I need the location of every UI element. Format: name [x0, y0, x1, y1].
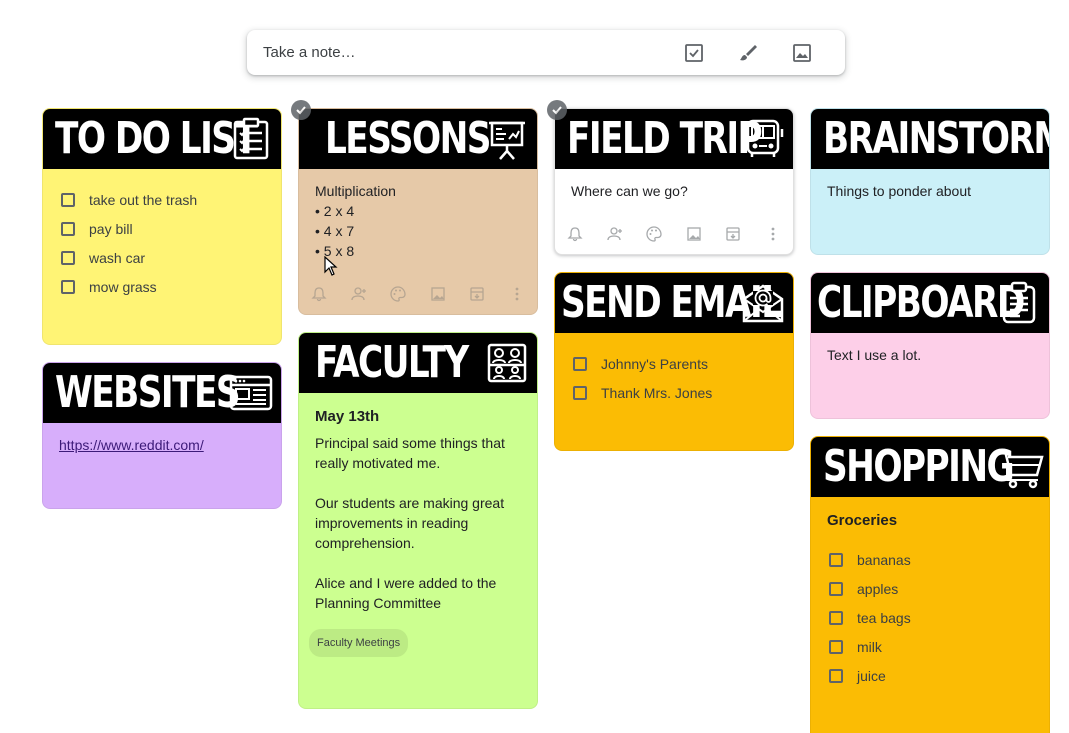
note-header: BRAINSTORM — [811, 109, 1049, 169]
note-websites[interactable]: WEBSITES https://www.reddit.com/ — [42, 362, 282, 509]
checkbox[interactable] — [573, 385, 587, 400]
note-brainstorm[interactable]: BRAINSTORM Things to ponder about — [810, 108, 1050, 255]
checklist-item[interactable]: pay bill — [59, 214, 265, 243]
note-header: CLIPBOARD — [811, 273, 1049, 333]
note-lessons[interactable]: LESSONS Multiplication • 2 x 4 • 4 x 7 •… — [298, 108, 538, 315]
note-text: Text I use a lot. — [827, 347, 922, 363]
note-header: FACULTY — [299, 333, 537, 393]
website-link[interactable]: https://www.reddit.com/ — [59, 437, 204, 453]
checkbox[interactable] — [61, 279, 75, 294]
browser-window-icon — [229, 371, 273, 415]
checkbox[interactable] — [829, 581, 843, 596]
more-icon[interactable] — [765, 226, 781, 242]
new-image-button[interactable] — [775, 33, 829, 73]
mouse-cursor-icon — [324, 256, 338, 276]
note-header: FIELD TRIP — [555, 109, 793, 169]
note-text: Things to ponder about — [827, 183, 971, 199]
note-todo-list[interactable]: TO DO LIST take out the trash pay bill w… — [42, 108, 282, 345]
school-bus-icon — [741, 117, 785, 161]
note-header: LESSONS — [299, 109, 537, 169]
checkbox[interactable] — [61, 192, 75, 207]
note-heading: Groceries — [827, 512, 898, 529]
note-title: LESSONS — [325, 113, 491, 164]
note-line: • 2 x 4 — [315, 203, 355, 219]
collaborator-icon[interactable] — [606, 226, 623, 242]
meeting-people-icon — [485, 341, 529, 385]
note-field-trip[interactable]: FIELD TRIP Where can we go? — [554, 108, 794, 255]
checklist-item[interactable]: juice — [827, 661, 1033, 690]
checklist-item[interactable]: take out the trash — [59, 185, 265, 214]
archive-icon[interactable] — [725, 226, 741, 242]
collaborator-icon[interactable] — [350, 286, 367, 302]
note-faculty[interactable]: FACULTY May 13th Principal said some thi… — [298, 332, 538, 709]
select-note-check-icon[interactable] — [547, 100, 567, 120]
new-list-button[interactable] — [667, 33, 721, 73]
brush-icon — [740, 44, 757, 60]
checkbox[interactable] — [61, 250, 75, 265]
email-envelope-icon — [741, 281, 785, 325]
presentation-board-icon — [485, 117, 529, 161]
note-toolbar — [307, 280, 529, 308]
palette-icon[interactable] — [390, 286, 406, 302]
more-icon[interactable] — [509, 286, 525, 302]
checklist-item[interactable]: Thank Mrs. Jones — [571, 378, 777, 407]
archive-icon[interactable] — [469, 286, 485, 302]
checkbox[interactable] — [829, 639, 843, 654]
new-drawing-button[interactable] — [721, 33, 775, 73]
checkbox[interactable] — [829, 552, 843, 567]
note-line: • 5 x 8 — [315, 243, 355, 259]
clipboard-list-icon — [229, 117, 273, 161]
image-icon[interactable] — [686, 226, 702, 242]
note-send-email[interactable]: SEND EMAIL Johnny's Parents Thank Mrs. J… — [554, 272, 794, 451]
bell-icon[interactable] — [567, 226, 583, 242]
image-icon — [793, 43, 811, 62]
note-heading: Multiplication — [315, 183, 396, 199]
shopping-cart-icon — [995, 445, 1045, 489]
note-paragraph: Principal said some things that really m… — [315, 435, 505, 471]
checklist-item[interactable]: wash car — [59, 243, 265, 272]
checklist-item[interactable]: mow grass — [59, 272, 265, 301]
checkbox[interactable] — [829, 668, 843, 683]
image-icon[interactable] — [430, 286, 446, 302]
note-title: FIELD TRIP — [567, 113, 763, 164]
note-line: • 4 x 7 — [315, 223, 355, 239]
note-heading: May 13th — [315, 408, 380, 425]
note-title: CLIPBOARD — [817, 277, 1025, 328]
note-title: WEBSITES — [55, 367, 241, 418]
checkbox[interactable] — [829, 610, 843, 625]
note-shopping[interactable]: SHOPPING Groceries bananas apples tea ba… — [810, 436, 1050, 733]
clipboard-icon — [997, 281, 1041, 325]
note-title: FACULTY — [315, 337, 469, 388]
checkbox[interactable] — [573, 356, 587, 371]
checklist-item[interactable]: Johnny's Parents — [571, 349, 777, 378]
take-a-note-input[interactable]: Take a note… — [263, 44, 667, 61]
bell-icon[interactable] — [311, 286, 327, 302]
note-paragraph: Alice and I were added to the Planning C… — [315, 575, 497, 611]
note-title: TO DO LIST — [55, 113, 258, 164]
note-clipboard[interactable]: CLIPBOARD Text I use a lot. — [810, 272, 1050, 419]
select-note-check-icon[interactable] — [291, 100, 311, 120]
checklist-item[interactable]: bananas — [827, 545, 1033, 574]
checklist-item[interactable]: apples — [827, 574, 1033, 603]
note-header: SHOPPING — [811, 437, 1049, 497]
checkbox-icon — [685, 43, 703, 62]
note-paragraph: Our students are making great improvemen… — [315, 495, 505, 551]
note-title: SHOPPING — [823, 441, 1015, 492]
note-text: Where can we go? — [571, 183, 688, 199]
note-toolbar — [563, 220, 785, 248]
checklist-item[interactable]: milk — [827, 632, 1033, 661]
note-header: WEBSITES — [43, 363, 281, 423]
note-header: TO DO LIST — [43, 109, 281, 169]
note-title: BRAINSTORM — [823, 113, 1049, 164]
note-label-chip[interactable]: Faculty Meetings — [309, 629, 409, 657]
note-header: SEND EMAIL — [555, 273, 793, 333]
checkbox[interactable] — [61, 221, 75, 236]
palette-icon[interactable] — [646, 226, 662, 242]
take-a-note-bar[interactable]: Take a note… — [247, 30, 845, 75]
checklist-item[interactable]: tea bags — [827, 603, 1033, 632]
